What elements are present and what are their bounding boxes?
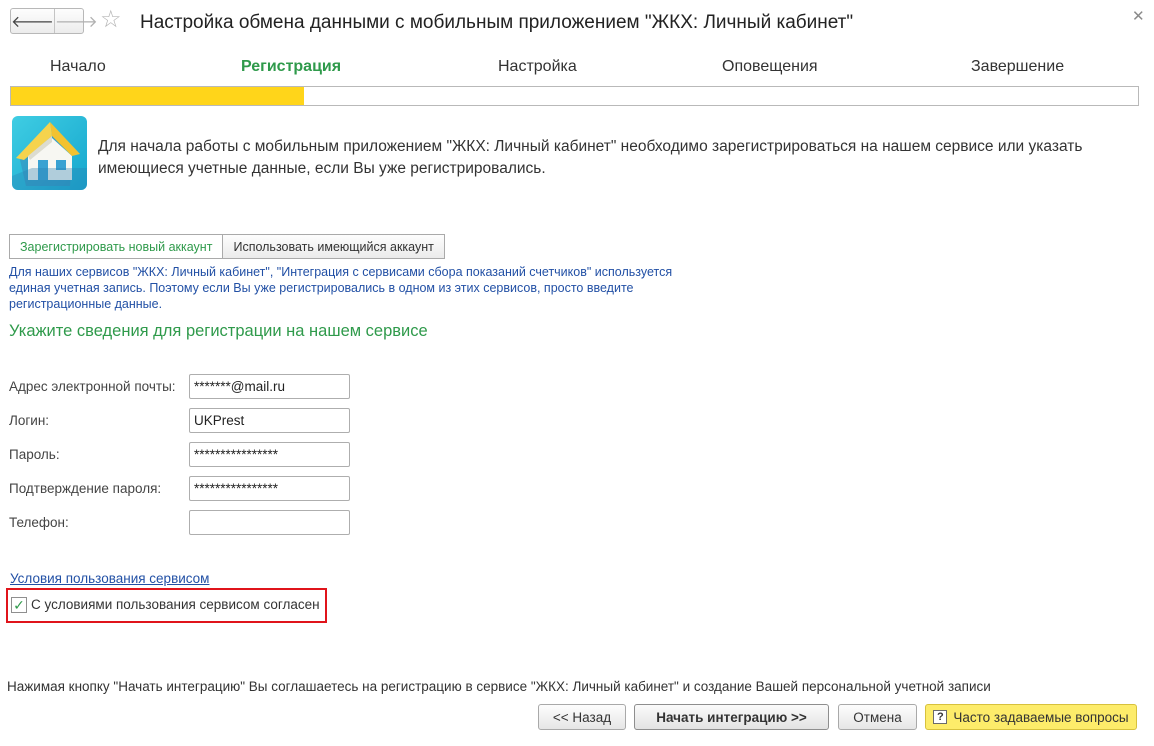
phone-label: Телефон: — [9, 515, 69, 530]
question-icon: ? — [933, 710, 948, 724]
faq-button-label: Часто задаваемые вопросы — [953, 709, 1129, 725]
terms-checkbox[interactable]: ✓ — [11, 597, 27, 613]
faq-button[interactable]: ? Часто задаваемые вопросы — [925, 704, 1137, 730]
tab-register-new[interactable]: Зарегистрировать новый аккаунт — [9, 234, 224, 259]
step-start: Начало — [50, 58, 106, 75]
progress-fill — [11, 87, 305, 105]
intro-text: Для начала работы с мобильным приложение… — [98, 138, 1083, 177]
login-label: Логин: — [9, 413, 50, 428]
house-app-icon — [12, 116, 87, 190]
star-icon[interactable]: ☆ — [100, 6, 122, 34]
close-icon[interactable]: ✕ — [1132, 8, 1145, 26]
history-nav: 🡐 🡒 — [10, 8, 98, 34]
progress-bar — [10, 86, 1139, 106]
password-field[interactable] — [189, 442, 350, 467]
info-text: Для наших сервисов "ЖКХ: Личный кабинет"… — [9, 265, 673, 311]
password-confirm-field[interactable] — [189, 476, 350, 501]
password-confirm-label: Подтверждение пароля: — [9, 481, 162, 496]
footer-note: Нажимая кнопку "Начать интеграцию" Вы со… — [7, 679, 991, 694]
window-title: Настройка обмена данными с мобильным при… — [140, 12, 854, 33]
checkmark-icon: ✓ — [13, 597, 25, 613]
password-label: Пароль: — [9, 447, 60, 462]
terms-checkbox-label[interactable]: С условиями пользования сервисом согласе… — [31, 596, 320, 614]
back-button[interactable]: << Назад — [538, 704, 626, 730]
phone-field[interactable] — [189, 510, 350, 535]
form-section-title: Укажите сведения для регистрации на наше… — [9, 322, 428, 340]
cancel-button[interactable]: Отмена — [838, 704, 917, 730]
email-label: Адрес электронной почты: — [9, 379, 176, 394]
step-registration: Регистрация — [241, 58, 342, 75]
arrow-left-icon[interactable]: 🡐 — [11, 9, 55, 33]
step-settings: Настройка — [498, 58, 577, 75]
step-notifications: Оповещения — [722, 58, 818, 75]
start-integration-button[interactable]: Начать интеграцию >> — [634, 704, 829, 730]
account-tabs: Зарегистрировать новый аккаунт Использов… — [9, 234, 445, 259]
email-field[interactable] — [189, 374, 350, 399]
arrow-right-icon[interactable]: 🡒 — [55, 9, 98, 33]
terms-link[interactable]: Условия пользования сервисом — [10, 570, 209, 588]
step-finish: Завершение — [971, 58, 1065, 75]
login-field[interactable] — [189, 408, 350, 433]
tab-use-existing[interactable]: Использовать имеющийся аккаунт — [223, 234, 445, 259]
